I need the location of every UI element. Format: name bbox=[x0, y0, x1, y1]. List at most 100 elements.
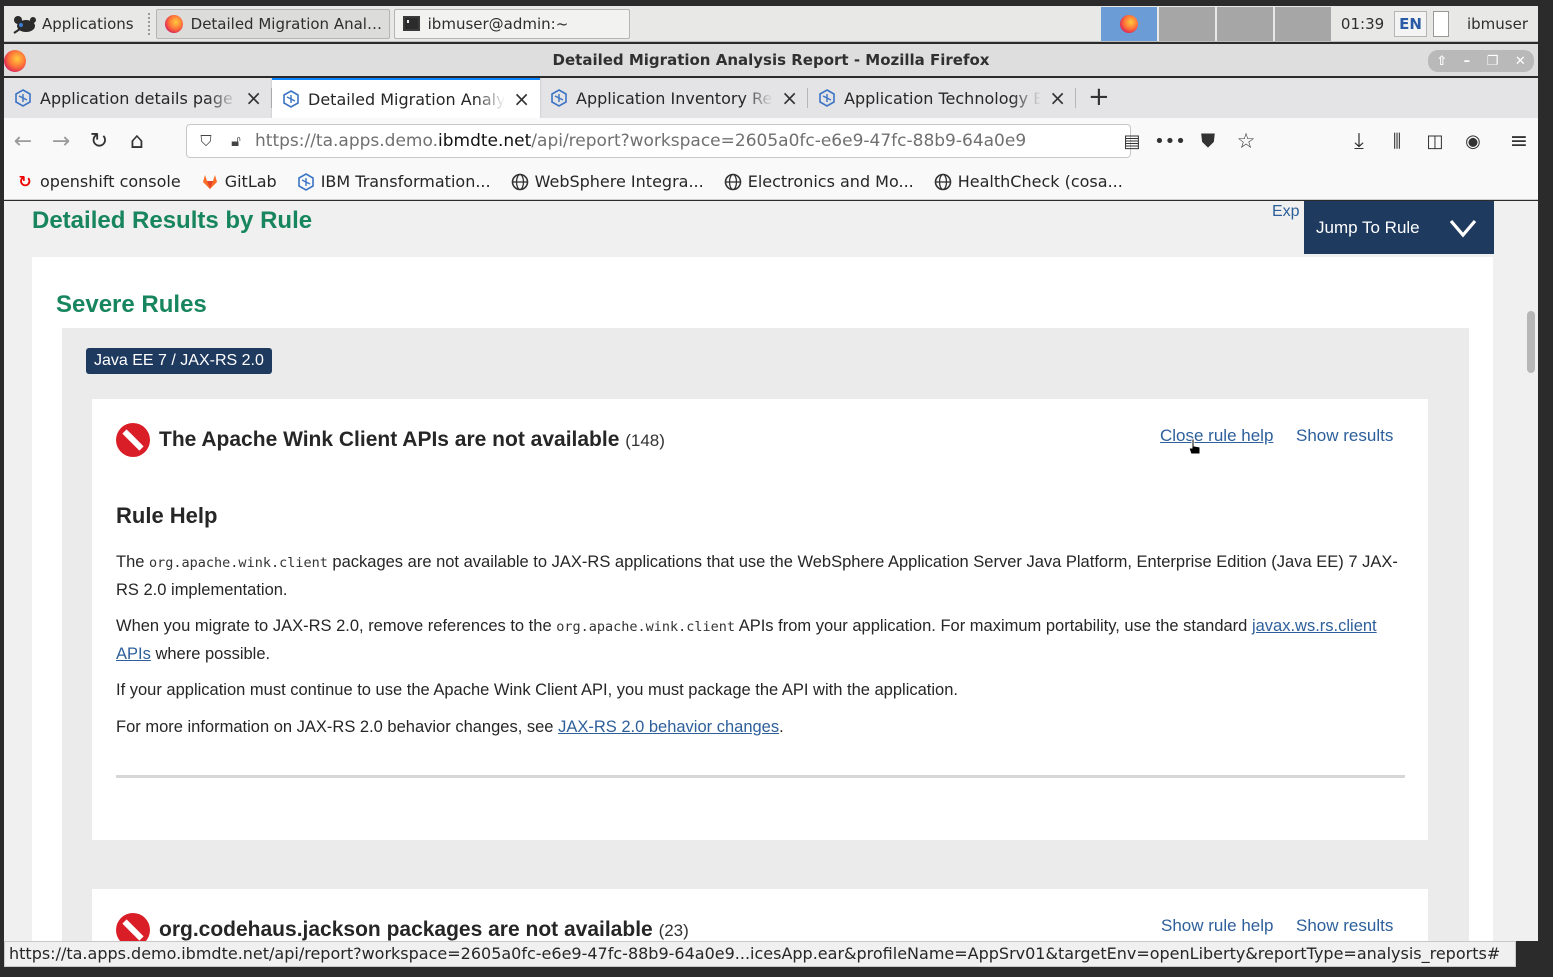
rule-title: The Apache Wink Client APIs are not avai… bbox=[159, 428, 665, 452]
severe-rules-card: Severe Rules Java EE 7 / JAX-RS 2.0 The … bbox=[32, 257, 1493, 941]
rule-help-paragraph-4: For more information on JAX-RS 2.0 behav… bbox=[116, 714, 1406, 741]
applications-menu[interactable]: Applications bbox=[4, 6, 142, 42]
arrow-left-icon: ← bbox=[13, 128, 33, 154]
rule-help-paragraph-1: The org.apache.wink.client packages are … bbox=[116, 549, 1406, 604]
panel-separator bbox=[147, 12, 150, 35]
bookmarks-toolbar: ↻ openshift console GitLab IBM Transform… bbox=[4, 164, 1538, 200]
page-actions-button[interactable]: ••• bbox=[1151, 122, 1189, 160]
show-results-link[interactable]: Show results bbox=[1296, 426, 1393, 446]
bookmark-ibm-transformation[interactable]: IBM Transformation... bbox=[297, 172, 491, 191]
bookmark-openshift[interactable]: ↻ openshift console bbox=[16, 172, 180, 191]
forward-button[interactable]: → bbox=[42, 122, 80, 160]
bookmark-label: WebSphere Integra... bbox=[534, 172, 704, 191]
tab-application-technology[interactable]: Application Technology Evaluation × bbox=[808, 78, 1076, 118]
bookmark-gitlab[interactable]: GitLab bbox=[201, 172, 277, 191]
show-results-link[interactable]: Show results bbox=[1296, 916, 1393, 936]
more-dots-icon: ••• bbox=[1154, 130, 1186, 152]
jump-to-rule-button[interactable]: Jump To Rule bbox=[1304, 201, 1494, 254]
user-menu[interactable]: ibmuser bbox=[1455, 15, 1538, 33]
close-tab-icon[interactable]: × bbox=[245, 86, 262, 110]
close-rule-help-link[interactable]: Close rule help bbox=[1160, 426, 1273, 446]
tab-label: Application details page bbox=[40, 88, 233, 108]
tracking-protection-shield-icon[interactable]: ⛉ bbox=[195, 132, 217, 150]
bookmark-label: GitLab bbox=[224, 172, 277, 191]
account-button[interactable]: ◉ bbox=[1454, 122, 1492, 160]
workspace-4[interactable] bbox=[1274, 6, 1331, 41]
ibm-transformation-icon bbox=[283, 90, 299, 108]
reader-view-button[interactable]: ▤ bbox=[1113, 122, 1151, 160]
battery-icon[interactable] bbox=[1432, 10, 1449, 37]
scrollbar-thumb[interactable] bbox=[1527, 311, 1535, 373]
workspace-switcher[interactable] bbox=[1099, 6, 1331, 41]
sidebar-icon: ◫ bbox=[1426, 130, 1444, 152]
tab-label: Detailed Migration Analysis Report bbox=[308, 89, 506, 109]
account-icon: ◉ bbox=[1465, 130, 1481, 152]
library-button[interactable]: ⫼ bbox=[1378, 122, 1416, 160]
desktop-panel: Applications Detailed Migration Anal… ib… bbox=[4, 6, 1538, 42]
downloads-button[interactable]: ⤓ bbox=[1340, 122, 1378, 160]
close-tab-icon[interactable]: × bbox=[1049, 86, 1066, 110]
technology-tag: Java EE 7 / JAX-RS 2.0 bbox=[86, 348, 272, 374]
openshift-icon: ↻ bbox=[18, 172, 32, 191]
ibm-transformation-icon bbox=[819, 89, 835, 107]
maximize-icon[interactable]: ❐ bbox=[1487, 54, 1499, 69]
bookmark-star-button[interactable]: ☆ bbox=[1227, 122, 1265, 160]
taskbar-terminal-label: ibmuser@admin:~ bbox=[427, 14, 569, 33]
expand-all-link[interactable]: Exp bbox=[1272, 203, 1300, 221]
firefox-icon bbox=[1119, 14, 1138, 33]
arrow-right-icon: → bbox=[51, 128, 71, 154]
app-menu-button[interactable]: ≡ bbox=[1500, 122, 1538, 160]
workspace-2[interactable] bbox=[1158, 6, 1215, 41]
rule-help-paragraph-2: When you migrate to JAX-RS 2.0, remove r… bbox=[116, 613, 1406, 668]
star-icon: ☆ bbox=[1236, 129, 1256, 153]
bookmark-electronics[interactable]: Electronics and Mo... bbox=[724, 172, 914, 191]
severe-rules-heading: Severe Rules bbox=[56, 291, 207, 318]
url-domain: ibmdte.net bbox=[438, 131, 532, 151]
bookmark-label: IBM Transformation... bbox=[320, 172, 491, 191]
home-button[interactable]: ⌂ bbox=[118, 122, 156, 160]
tab-application-details[interactable]: Application details page × bbox=[4, 78, 272, 118]
text-span: The bbox=[116, 553, 150, 571]
download-icon: ⤓ bbox=[1354, 128, 1364, 154]
reader-view-icon: ▤ bbox=[1123, 130, 1141, 152]
ibm-transformation-icon bbox=[551, 89, 567, 107]
url-bar[interactable]: ⛉ 🔓︎ https://ta.apps.demo. ibmdte.net/api… bbox=[186, 124, 1131, 158]
hand-pointer-cursor-icon bbox=[1188, 438, 1201, 455]
jaxrs-behavior-changes-link[interactable]: JAX-RS 2.0 behavior changes bbox=[558, 718, 779, 736]
tab-application-inventory[interactable]: Application Inventory Report × bbox=[540, 78, 808, 118]
keyboard-layout[interactable]: EN bbox=[1394, 10, 1427, 37]
text-span: . bbox=[779, 718, 784, 736]
taskbar-terminal[interactable]: ibmuser@admin:~ bbox=[393, 8, 630, 39]
bookmark-websphere[interactable]: WebSphere Integra... bbox=[511, 172, 704, 191]
shade-icon[interactable]: ⇧ bbox=[1436, 54, 1447, 69]
close-tab-icon[interactable]: × bbox=[781, 86, 798, 110]
url-path: /api/report?workspace=2605a0fc-e6e9-47fc… bbox=[531, 131, 1027, 151]
insecure-lock-icon[interactable]: 🔓︎ bbox=[225, 132, 247, 150]
minimize-icon[interactable]: – bbox=[1464, 54, 1471, 69]
show-rule-help-link[interactable]: Show rule help bbox=[1161, 916, 1273, 936]
page-scrollbar[interactable] bbox=[1525, 201, 1538, 941]
workspace-1[interactable] bbox=[1100, 6, 1157, 41]
ibm-transformation-icon bbox=[297, 172, 314, 191]
rule-count: (23) bbox=[658, 921, 689, 940]
sidebar-button[interactable]: ◫ bbox=[1416, 122, 1454, 160]
new-tab-button[interactable]: + bbox=[1076, 78, 1122, 118]
terminal-icon bbox=[402, 16, 420, 31]
gitlab-icon bbox=[202, 174, 217, 189]
chevron-down-icon bbox=[1449, 219, 1477, 237]
reload-icon: ↻ bbox=[89, 128, 109, 154]
close-window-icon[interactable]: ✕ bbox=[1515, 54, 1526, 69]
taskbar-firefox[interactable]: Detailed Migration Anal… bbox=[155, 8, 390, 39]
clock[interactable]: 01:39 bbox=[1331, 15, 1394, 33]
globe-icon bbox=[934, 173, 952, 190]
workspace-3[interactable] bbox=[1216, 6, 1273, 41]
reload-button[interactable]: ↻ bbox=[80, 122, 118, 160]
pocket-button[interactable]: ⛊ bbox=[1189, 122, 1227, 160]
tab-detailed-migration[interactable]: Detailed Migration Analysis Report × bbox=[272, 78, 540, 118]
back-button[interactable]: ← bbox=[4, 122, 42, 160]
bookmark-healthcheck[interactable]: HealthCheck (cosa... bbox=[934, 172, 1123, 191]
close-tab-icon[interactable]: × bbox=[513, 87, 530, 111]
rule-group-section: Java EE 7 / JAX-RS 2.0 The Apache Wink C… bbox=[62, 328, 1469, 941]
xfce-mouse-icon bbox=[13, 15, 36, 34]
tab-label: Application Technology Evaluation bbox=[844, 88, 1042, 108]
